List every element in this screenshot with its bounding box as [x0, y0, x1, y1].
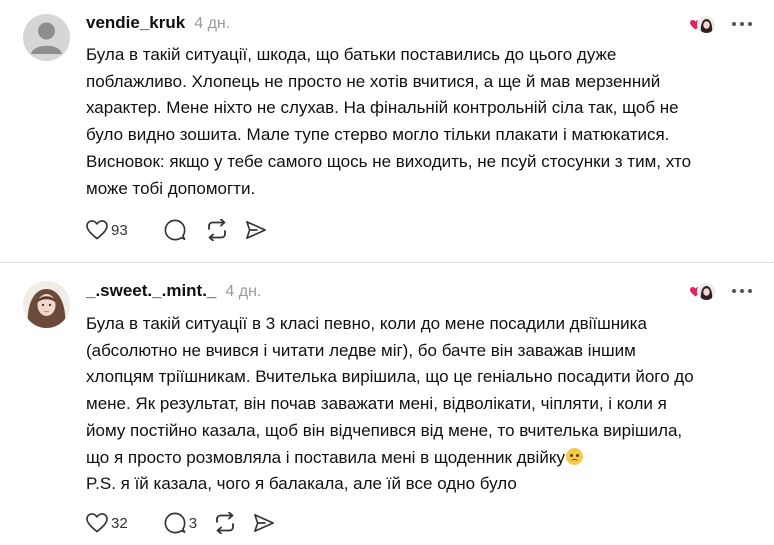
- avatar[interactable]: [23, 281, 70, 328]
- author-liked-indicator: [690, 14, 716, 34]
- more-options-icon[interactable]: [732, 288, 752, 294]
- text-line: йому постійно казала, щоб він відчепився…: [86, 420, 683, 440]
- like-button[interactable]: 32: [86, 511, 128, 535]
- comment-actions: 32 3: [86, 511, 291, 535]
- mini-avatar: [697, 15, 716, 34]
- comment-card: vendie_kruk 4 дн. Була в такій ситуації,…: [0, 0, 774, 262]
- share-icon: [245, 221, 266, 239]
- comment-header: vendie_kruk 4 дн.: [86, 13, 230, 33]
- timestamp[interactable]: 4 дн.: [225, 283, 261, 301]
- repost-icon: [207, 219, 226, 241]
- reply-button[interactable]: 3: [164, 511, 197, 535]
- comment-top-actions: [690, 281, 752, 301]
- more-options-icon[interactable]: [732, 21, 752, 27]
- text-line: (абсолютно не вчився і читати ледве міг)…: [86, 340, 636, 360]
- text-span: що я просто розмовляла і поставила мені …: [86, 447, 565, 467]
- default-avatar-icon: [23, 14, 70, 61]
- username[interactable]: _.sweet._.mint._: [86, 281, 216, 301]
- comment-top-actions: [690, 14, 752, 34]
- text-line: було видно зошита. Мале тупе стерво могл…: [86, 125, 670, 145]
- text-line: може тобі допомогти.: [86, 178, 256, 198]
- repost-button[interactable]: [205, 218, 229, 242]
- heart-icon: [86, 513, 108, 533]
- author-liked-indicator: [690, 281, 716, 301]
- mini-avatar: [697, 282, 716, 301]
- share-button[interactable]: [253, 511, 275, 535]
- comment-actions: 93: [86, 218, 283, 242]
- comment-card: _.sweet._.mint._ 4 дн. Була в такій ситу…: [0, 263, 774, 545]
- author-face-icon: [698, 16, 715, 33]
- text-line: мене. Як результат, він почав заважати м…: [86, 394, 667, 414]
- repost-button[interactable]: [213, 511, 237, 535]
- sad-face-emoji: [565, 447, 583, 465]
- comment-icon: [164, 512, 186, 534]
- reply-button[interactable]: [164, 218, 189, 242]
- repost-icon: [216, 512, 234, 534]
- comment-text: Була в такій ситуації в 3 класі певно, к…: [86, 311, 756, 498]
- timestamp[interactable]: 4 дн.: [194, 15, 230, 33]
- text-line: поблажливо. Хлопець не просто не хотів в…: [86, 71, 661, 91]
- text-line: що я просто розмовляла і поставила мені …: [86, 445, 756, 472]
- comment-header: _.sweet._.mint._ 4 дн.: [86, 281, 261, 301]
- comment-icon: [164, 219, 186, 241]
- text-line: Була в такій ситуації, шкода, що батьки …: [86, 45, 617, 64]
- share-icon: [254, 514, 274, 532]
- like-count: 93: [111, 221, 128, 239]
- text-line: Висновок: якщо у тебе самого щось не вих…: [86, 151, 692, 171]
- like-count: 32: [111, 514, 128, 532]
- like-button[interactable]: 93: [86, 218, 128, 242]
- text-line: хлопцям тріїшникам. Вчителька вирішила, …: [86, 367, 694, 387]
- profile-photo-avatar: [23, 281, 70, 328]
- heart-icon: [86, 220, 108, 240]
- text-line: Була в такій ситуації в 3 класі певно, к…: [86, 314, 647, 333]
- reply-count: 3: [188, 514, 198, 532]
- avatar[interactable]: [23, 14, 70, 61]
- username[interactable]: vendie_kruk: [86, 13, 185, 33]
- comment-text: Була в такій ситуації, шкода, що батьки …: [86, 42, 756, 202]
- text-line: P.S. я їй казала, чого я балакала, але ї…: [86, 474, 517, 494]
- author-face-icon: [698, 283, 715, 300]
- share-button[interactable]: [245, 218, 267, 242]
- text-line: характер. Мене ніхто не слухав. На фінал…: [86, 98, 679, 118]
